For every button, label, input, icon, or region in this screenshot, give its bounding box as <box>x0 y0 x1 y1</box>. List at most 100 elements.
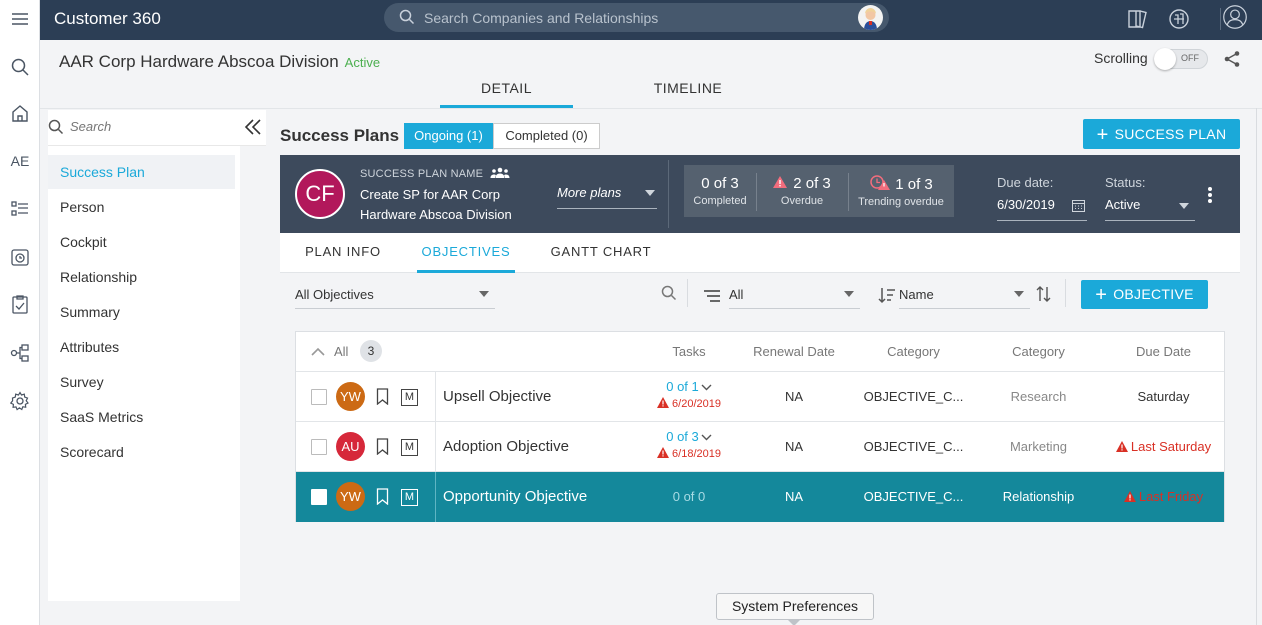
sort-direction-icon[interactable] <box>1035 285 1053 303</box>
tab-detail[interactable]: DETAIL <box>440 78 573 108</box>
sidebar-item-survey[interactable]: Survey <box>48 365 235 399</box>
objective-name[interactable]: Opportunity Objective <box>443 488 587 505</box>
chevron-down-icon <box>479 291 489 297</box>
sidebar-item-attributes[interactable]: Attributes <box>48 330 235 364</box>
add-success-plan-button[interactable]: + SUCCESS PLAN <box>1083 119 1240 149</box>
due-date-cell: Last Saturday <box>1106 439 1221 454</box>
objective-name[interactable]: Adoption Objective <box>443 438 569 455</box>
due-date-cell: Saturday <box>1137 389 1190 404</box>
calendar-icon <box>1072 200 1085 212</box>
search-icon[interactable] <box>6 53 34 81</box>
support-icon[interactable] <box>1166 6 1192 32</box>
sidebar-item-success-plan[interactable]: Success Plan <box>48 155 235 189</box>
tasks-cell[interactable]: 0 of 3 6/18/2019 <box>641 429 737 460</box>
row-checkbox[interactable] <box>311 389 327 405</box>
group-by-icon <box>704 290 720 302</box>
global-search[interactable] <box>384 3 889 32</box>
row-checkbox[interactable] <box>311 439 327 455</box>
profile-icon[interactable] <box>1222 4 1252 34</box>
sidebar-item-person[interactable]: Person <box>48 190 235 224</box>
collapse-double-chevron-icon[interactable] <box>244 117 262 137</box>
search-icon[interactable] <box>661 285 677 301</box>
milestone-icon[interactable]: M <box>401 389 418 406</box>
gear-icon[interactable] <box>6 387 34 415</box>
milestone-icon[interactable]: M <box>401 489 418 506</box>
tab-timeline[interactable]: TIMELINE <box>623 78 753 108</box>
more-plans-dropdown[interactable]: More plans <box>557 185 657 209</box>
sidebar-item-saas-metrics[interactable]: SaaS Metrics <box>48 400 235 434</box>
status-label: Status: <box>1105 175 1146 190</box>
due-date-field[interactable]: 6/30/2019 <box>997 197 1087 221</box>
chevron-down-icon <box>645 190 655 196</box>
book-icon[interactable] <box>1125 6 1151 32</box>
topbar-divider <box>1220 8 1221 30</box>
stat-overdue: 2 of 3 Overdue <box>756 165 848 217</box>
sidebar-item-relationship[interactable]: Relationship <box>48 260 235 294</box>
table-row[interactable]: AU M Adoption Objective 0 of 3 6/18/2019… <box>296 422 1224 472</box>
header-category: Category <box>887 344 940 359</box>
success-plans-title: Success Plans <box>280 126 400 145</box>
sidebar-item-cockpit[interactable]: Cockpit <box>48 225 235 259</box>
company-name: AAR Corp Hardware Abscoa Division <box>59 52 339 71</box>
user-avatar-icon[interactable] <box>858 5 883 30</box>
sidebar-item-scorecard[interactable]: Scorecard <box>48 435 235 469</box>
objective-name[interactable]: Upsell Objective <box>443 388 551 405</box>
global-search-input[interactable] <box>424 8 844 28</box>
share-icon[interactable] <box>1223 50 1241 68</box>
clipboard-icon[interactable] <box>6 290 34 318</box>
objectives-filter-dropdown[interactable]: All Objectives <box>295 283 495 309</box>
tasks-cell[interactable]: 0 of 0 <box>641 489 737 504</box>
scrolling-toggle[interactable]: OFF <box>1154 48 1208 70</box>
row-checkbox[interactable] <box>311 489 327 505</box>
list-icon[interactable] <box>6 195 34 223</box>
plan-subtabs: PLAN INFO OBJECTIVES GANTT CHART <box>280 233 1240 273</box>
left-nav-search-input[interactable] <box>70 119 230 134</box>
owner-avatar: YW <box>336 382 365 411</box>
plan-stats: 0 of 3 Completed 2 of 3 Overdue 1 of 3 T… <box>684 165 954 217</box>
chevron-up-icon[interactable] <box>311 347 325 356</box>
tab-gantt-chart[interactable]: GANTT CHART <box>542 233 660 273</box>
plan-name-label: SUCCESS PLAN NAME <box>360 167 510 180</box>
add-objective-button[interactable]: + OBJECTIVE <box>1081 280 1208 309</box>
success-plan-card: CF SUCCESS PLAN NAME Create SP for AAR C… <box>280 155 1240 233</box>
status-dropdown[interactable]: Active <box>1105 197 1195 221</box>
completed-plans-toggle[interactable]: Completed (0) <box>493 123 600 149</box>
more-options-icon[interactable] <box>1205 187 1215 207</box>
bookmark-icon[interactable] <box>376 388 389 405</box>
warning-icon <box>657 447 670 458</box>
category-cell: OBJECTIVE_C... <box>863 389 964 404</box>
clock-icon[interactable] <box>6 243 34 271</box>
header-all[interactable]: All <box>334 344 348 359</box>
header-due-date: Due Date <box>1136 344 1191 359</box>
tasks-cell[interactable]: 0 of 1 6/20/2019 <box>641 379 737 410</box>
ae-label[interactable]: AE <box>6 147 34 175</box>
hamburger-menu-icon[interactable] <box>6 5 34 33</box>
top-bar: Customer 360 <box>40 0 1262 40</box>
plus-icon: + <box>1095 284 1108 306</box>
workflow-icon[interactable] <box>6 339 34 367</box>
group-filter-dropdown[interactable]: All <box>729 283 860 309</box>
milestone-icon[interactable]: M <box>401 439 418 456</box>
scrolling-label: Scrolling <box>1094 50 1148 66</box>
toggle-knob <box>1154 48 1176 70</box>
due-date-label: Due date: <box>997 175 1054 190</box>
sort-field-dropdown[interactable]: Name <box>899 283 1030 309</box>
renewal-date-cell: NA <box>784 489 804 504</box>
warning-icon <box>773 176 788 188</box>
ongoing-plans-toggle[interactable]: Ongoing (1) <box>404 123 493 149</box>
table-row[interactable]: YW M Upsell Objective 0 of 1 6/20/2019 N… <box>296 372 1224 422</box>
stat-trending-overdue: 1 of 3 Trending overdue <box>858 175 944 208</box>
tab-objectives[interactable]: OBJECTIVES <box>417 233 515 273</box>
warning-icon <box>1115 441 1128 452</box>
warning-icon <box>657 397 670 408</box>
bookmark-icon[interactable] <box>376 438 389 455</box>
home-icon[interactable] <box>6 99 34 127</box>
people-icon <box>490 167 510 178</box>
left-nav-search <box>48 110 266 146</box>
sidebar-item-summary[interactable]: Summary <box>48 295 235 329</box>
bookmark-icon[interactable] <box>376 488 389 505</box>
search-icon <box>399 9 415 25</box>
tab-plan-info[interactable]: PLAN INFO <box>295 233 391 273</box>
toggle-state-label: OFF <box>1181 53 1199 63</box>
table-row-selected[interactable]: YW M Opportunity Objective 0 of 0 NA OBJ… <box>296 472 1224 522</box>
